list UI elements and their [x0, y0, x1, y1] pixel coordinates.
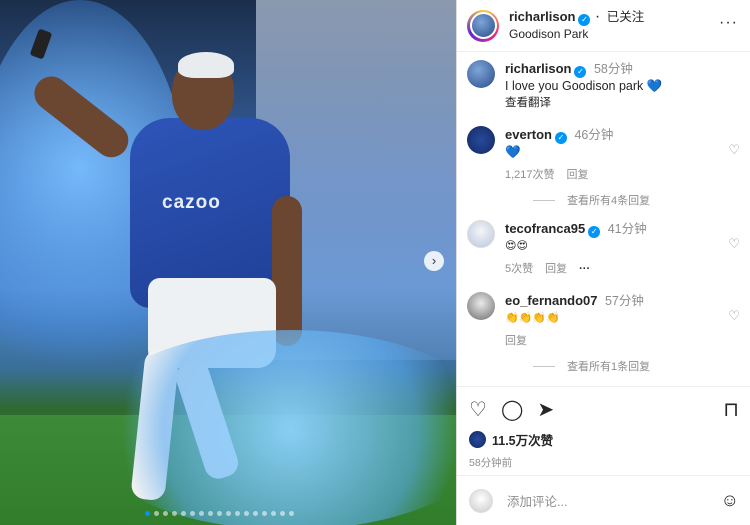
heart-icon[interactable]: ♡: [469, 397, 487, 422]
post-header: richarlison ✓ · 已关注 Goodison Park ···: [457, 0, 750, 52]
post-photo[interactable]: cazoo ›: [0, 0, 456, 525]
carousel-dot: [226, 511, 231, 516]
carousel-dot: [154, 511, 159, 516]
carousel-dot: [262, 511, 267, 516]
flare-canister: [29, 28, 53, 60]
caption-avatar[interactable]: [467, 60, 495, 88]
carousel-dot: [217, 511, 222, 516]
comment-avatar[interactable]: [467, 220, 495, 248]
caption-username[interactable]: richarlison: [505, 61, 571, 76]
carousel-dot: [235, 511, 240, 516]
carousel-dot: [271, 511, 276, 516]
comment-text: 👏👏👏👏: [505, 312, 560, 324]
comment-time: 41分钟: [607, 222, 647, 236]
carousel-dot: [289, 511, 294, 516]
carousel-dot: [172, 511, 177, 516]
comment-likes[interactable]: 5次赞: [505, 263, 533, 275]
comment-username[interactable]: eo_fernando07: [505, 293, 597, 308]
post-time: 58分钟前: [469, 457, 513, 469]
carousel-dot: [280, 511, 285, 516]
player-hair: [178, 52, 234, 78]
action-bar: ♡ ◯ ➤ ⊓ 11.5万次赞 58分钟前: [457, 386, 750, 470]
comment-like-icon[interactable]: ♡: [728, 308, 740, 324]
add-comment-bar: 添加评论... ☺: [457, 475, 750, 525]
comment-text: 💙: [505, 145, 521, 159]
comment-icon[interactable]: ◯: [501, 397, 523, 422]
view-replies-text[interactable]: 查看所有4条回复: [567, 192, 650, 208]
view-replies-link[interactable]: 查看所有4条回复: [533, 192, 740, 208]
verified-icon: ✓: [588, 226, 601, 238]
carousel-dot: [181, 511, 186, 516]
reply-button[interactable]: 回复: [505, 335, 527, 347]
reply-button[interactable]: 回复: [545, 263, 567, 275]
comment-time: 46分钟: [574, 128, 614, 142]
comment-input[interactable]: 添加评论...: [507, 491, 567, 510]
author-avatar[interactable]: [469, 12, 497, 39]
caption: richarlison ✓ 58分钟 I love you Goodison pa…: [467, 60, 740, 112]
carousel-dot: [199, 511, 204, 516]
comment-like-icon[interactable]: ♡: [728, 142, 740, 158]
comment-likes[interactable]: 1,217次赞: [505, 169, 555, 181]
likes-count[interactable]: 11.5万次赞: [492, 430, 553, 449]
smile-icon[interactable]: ☺: [721, 490, 739, 511]
list-item: tecofranca95 ✓ 41分钟 😍😍 5次赞 回复 ··· ♡: [467, 220, 740, 278]
carousel-dot: [244, 511, 249, 516]
carousel-dot: [253, 511, 258, 516]
author-username[interactable]: richarlison: [509, 9, 575, 24]
post-location[interactable]: Goodison Park: [509, 26, 644, 42]
list-item: eo_fernando07 57分钟 👏👏👏👏 回复 ♡: [467, 292, 740, 350]
comment-avatar[interactable]: [467, 292, 495, 320]
comment-avatar[interactable]: [467, 126, 495, 154]
carousel-dots: [145, 511, 294, 516]
caption-text: I love you Goodison park 💙: [505, 79, 663, 93]
view-replies-link[interactable]: 查看所有1条回复: [533, 358, 740, 374]
carousel-dot: [208, 511, 213, 516]
share-icon[interactable]: ➤: [537, 397, 554, 422]
player-arm: [272, 196, 302, 346]
follow-status[interactable]: 已关注: [607, 10, 645, 24]
shirt-sponsor: cazoo: [162, 192, 221, 213]
story-ring[interactable]: [467, 9, 499, 42]
verified-icon: ✓: [574, 66, 587, 78]
liker-avatar: [469, 431, 486, 448]
comment-like-icon[interactable]: ♡: [728, 236, 740, 252]
bookmark-icon[interactable]: ⊓: [723, 397, 739, 422]
carousel-dot: [163, 511, 168, 516]
player-raised-arm: [27, 69, 136, 165]
more-options-icon[interactable]: ···: [719, 14, 738, 32]
view-replies-text[interactable]: 查看所有1条回复: [567, 358, 650, 374]
next-photo-button[interactable]: ›: [424, 251, 444, 271]
caption-time: 58分钟: [593, 62, 633, 76]
carousel-dot: [190, 511, 195, 516]
viewer-avatar: [469, 488, 493, 513]
post-panel: richarlison ✓ · 已关注 Goodison Park ··· ric…: [456, 0, 750, 525]
list-item: everton ✓ 46分钟 💙 1,217次赞 回复 ♡: [467, 126, 740, 184]
comments-list: richarlison ✓ 58分钟 I love you Goodison pa…: [457, 52, 750, 374]
comment-time: 57分钟: [604, 294, 644, 308]
verified-icon: ✓: [554, 132, 567, 144]
likes-summary[interactable]: 11.5万次赞: [469, 430, 739, 449]
verified-icon: ✓: [578, 14, 591, 26]
comment-username[interactable]: everton: [505, 127, 552, 142]
instagram-post: cazoo › richarlison ✓ · 已关注 Goodison Par…: [0, 0, 750, 525]
comment-more-icon[interactable]: ···: [579, 263, 590, 275]
comment-username[interactable]: tecofranca95: [505, 221, 585, 236]
carousel-dot: [145, 511, 150, 516]
translate-link[interactable]: 查看翻译: [505, 95, 735, 112]
comment-text: 😍😍: [505, 240, 528, 252]
reply-button[interactable]: 回复: [567, 169, 589, 181]
